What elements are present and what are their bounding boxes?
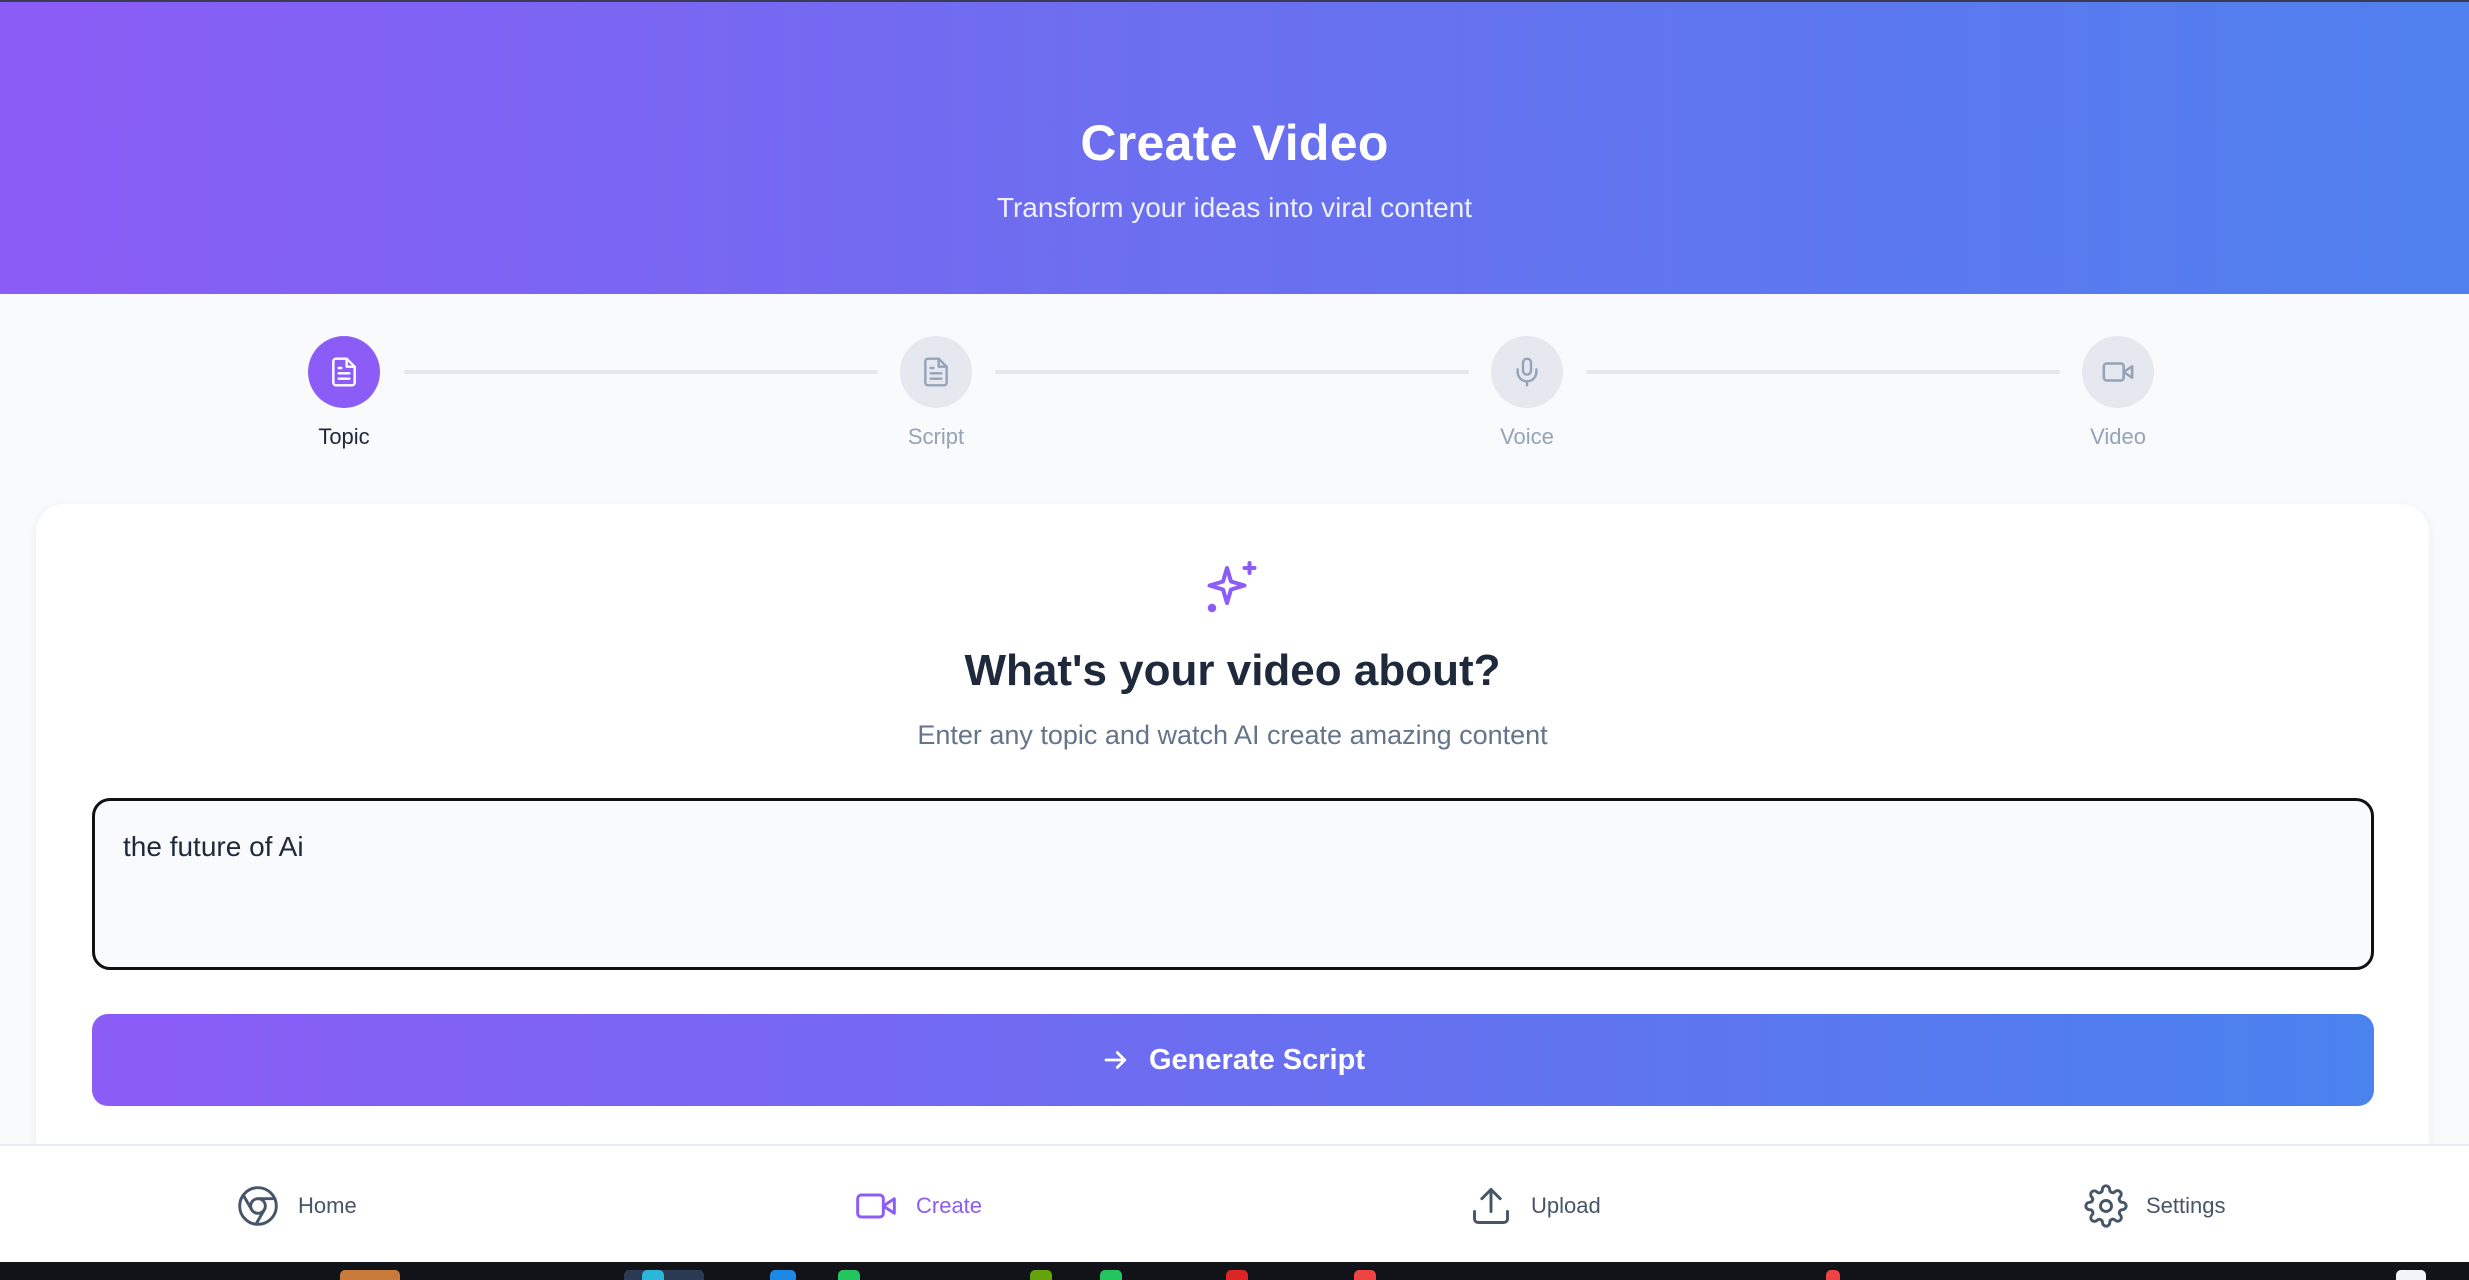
nav-settings-label: Settings xyxy=(2146,1193,2226,1218)
step-topic-label: Topic xyxy=(318,424,370,449)
topic-card: What's your video about? Enter any topic… xyxy=(36,504,2429,1184)
step-script-label: Script xyxy=(907,424,965,449)
step-topic[interactable]: Topic xyxy=(244,336,444,450)
nav-settings[interactable]: Settings xyxy=(2084,1184,2226,1228)
step-voice[interactable]: Voice xyxy=(1427,336,1627,450)
taskbar-app-icon[interactable] xyxy=(838,1270,860,1280)
step-script-circle xyxy=(900,336,972,408)
card-title: What's your video about? xyxy=(964,646,1501,695)
step-connector xyxy=(404,370,878,374)
taskbar-app-icon[interactable] xyxy=(2396,1270,2426,1280)
os-taskbar xyxy=(0,1262,2469,1280)
upload-icon xyxy=(1473,1188,1509,1224)
taskbar-app-icon[interactable] xyxy=(642,1270,664,1280)
nav-upload-label: Upload xyxy=(1531,1193,1601,1218)
hero-header: Create Video Transform your ideas into v… xyxy=(0,0,2469,294)
progress-stepper: Topic Script Voice Video xyxy=(0,294,2469,504)
arrow-right-icon xyxy=(1104,1051,1127,1069)
taskbar-app-icon[interactable] xyxy=(1354,1270,1376,1280)
video-camera-icon xyxy=(856,1193,896,1219)
bottom-navigation: Home Create Upload Settings xyxy=(0,1144,2469,1262)
step-connector xyxy=(1586,370,2060,374)
page-subtitle: Transform your ideas into viral content xyxy=(996,192,1473,223)
taskbar-app-icon[interactable] xyxy=(624,1270,704,1280)
taskbar-app-icon[interactable] xyxy=(1030,1270,1052,1280)
microphone-icon xyxy=(1516,357,1538,387)
taskbar-app-icon[interactable] xyxy=(770,1270,796,1280)
topic-input[interactable]: the future of Ai xyxy=(92,798,2374,970)
nav-home[interactable]: Home xyxy=(236,1184,357,1228)
card-subtitle: Enter any topic and watch AI create amaz… xyxy=(917,720,1548,750)
create-video-page: Create Video Transform your ideas into v… xyxy=(0,0,2469,1280)
taskbar-notification-badge xyxy=(1826,1270,1840,1280)
step-video-label: Video xyxy=(2090,424,2146,449)
step-connector xyxy=(995,370,1469,374)
step-voice-circle xyxy=(1491,336,1563,408)
document-icon xyxy=(332,357,356,387)
generate-script-label: Generate Script xyxy=(1149,1043,1365,1076)
nav-create[interactable]: Create xyxy=(854,1184,982,1228)
chrome-icon xyxy=(238,1186,278,1226)
step-script[interactable]: Script xyxy=(836,336,1036,450)
nav-upload[interactable]: Upload xyxy=(1469,1184,1601,1228)
taskbar-app-icon[interactable] xyxy=(1226,1270,1248,1280)
video-camera-icon xyxy=(2102,362,2134,382)
gear-icon xyxy=(2084,1184,2128,1228)
step-topic-circle xyxy=(308,336,380,408)
nav-home-label: Home xyxy=(298,1193,357,1218)
generate-script-button[interactable]: Generate Script xyxy=(92,1014,2374,1106)
step-voice-label: Voice xyxy=(1500,424,1554,449)
step-video[interactable]: Video xyxy=(2018,336,2218,450)
nav-create-label: Create xyxy=(916,1193,983,1218)
taskbar-app-icon[interactable] xyxy=(340,1270,400,1280)
page-title: Create Video xyxy=(1080,115,1389,171)
taskbar-app-icon[interactable] xyxy=(1100,1270,1122,1280)
step-video-circle xyxy=(2082,336,2154,408)
sparkles-icon xyxy=(1207,561,1257,613)
document-icon xyxy=(924,357,948,387)
